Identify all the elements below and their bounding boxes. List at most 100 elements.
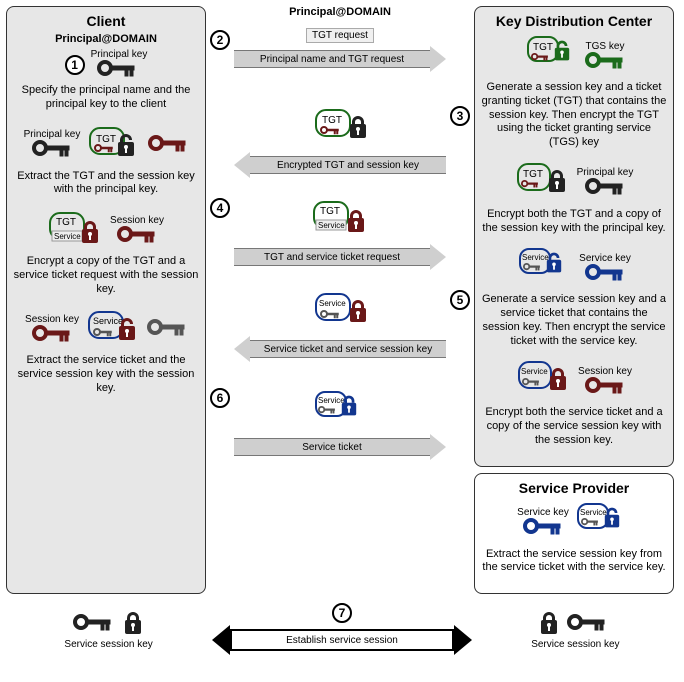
client-step5: Session key Service Extract the service … [13,306,199,395]
center-subtitle: Principal@DOMAIN [210,6,470,18]
key-icon [32,325,72,343]
arrow-step3: 3 TGT Encrypted TGT and session key [210,104,470,178]
sp-service-key-label: Service key [517,507,569,518]
session-key-label: Session key [110,215,164,226]
client-step1-desc: Specify the principal name and the princ… [13,84,199,112]
arrow-step4-label: TGT and service ticket request [234,248,430,266]
lock-icon [539,608,561,639]
sp-panel: Service Provider Service key Service Ext… [474,473,674,595]
kdc-step2: TGT TGS key Generate a session key and a… [481,33,667,150]
sp-service-open-icon: Service [575,500,631,544]
svg-text:TGT: TGT [322,115,342,126]
arrow-step5-label: Service ticket and service session key [250,340,446,358]
tgt-open-icon: TGT [523,33,579,77]
sp-desc: Extract the service session key from the… [481,548,667,576]
key-icon [32,140,72,158]
arrow-left-icon: Encrypted TGT and session key [234,152,446,178]
session-key-label-2: Session key [25,314,79,325]
client-step5-desc: Extract the service ticket and the servi… [13,354,199,395]
kdc-step2-desc: Generate a session key and a ticket gran… [481,81,667,150]
svg-text:TGT: TGT [56,217,76,228]
svg-text:TGT: TGT [533,42,553,53]
svg-text:TGT: TGT [96,134,116,145]
key-icon [585,377,625,395]
key-icon [585,264,625,282]
principal-key-label-3: Principal key [577,167,634,178]
sp-bottom-icons [476,608,675,639]
kdc-title: Key Distribution Center [481,13,667,29]
step-number-6: 6 [210,388,230,408]
step-number-5: 5 [450,290,470,310]
kdc-step5-desc: Encrypt both the service ticket and a co… [481,406,667,447]
arrow-step5: 5 Service Service ticket and service ses… [210,288,470,362]
svg-text:TGT: TGT [320,206,340,217]
arrow-step2-label: Principal name and TGT request [234,50,430,68]
key-icon [97,60,141,80]
tgt-service-lock-icon: TGT Service [48,207,104,251]
arrow-step6-label: Service ticket [234,438,430,456]
tgt-lock-icon: TGT [86,122,142,166]
key-icon [585,52,625,70]
service-open-icon: Service [517,245,573,289]
step-number-1: 1 [65,55,85,75]
kdc-step3: TGT Principal key Encrypt both the TGT a… [481,160,667,236]
key-icon [585,178,625,196]
svg-text:Service: Service [319,299,346,308]
service-ticket-icon: Service [312,290,368,334]
tgs-key-label: TGS key [585,41,625,52]
svg-text:Service: Service [93,316,123,326]
service-lock-icon: Service [85,306,141,350]
service-ticket-6-icon: Service [312,388,368,432]
key-icon [147,319,187,337]
client-step3-desc: Extract the TGT and the session key with… [13,170,199,198]
right-column: Key Distribution Center TGT TGS key [474,6,674,594]
sp-title: Service Provider [481,480,667,496]
arrow-step3-label: Encrypted TGT and session key [250,156,446,174]
key-icon [523,518,563,536]
lock-icon [123,608,145,639]
kdc-step4-desc: Generate a service session key and a ser… [481,293,667,348]
principal-key-label-2: Principal key [24,129,81,140]
service-encrypted-icon: Service [516,358,572,402]
step-number-4: 4 [210,198,230,218]
step7-row: Service session key 7 Establish service … [6,600,678,658]
kdc-panel: Key Distribution Center TGT TGS key [474,6,674,467]
client-step4-desc: Encrypt a copy of the TGT and a service … [13,255,199,296]
svg-text:Service: Service [522,253,549,262]
double-arrow-icon: Establish service session [212,625,472,655]
client-step1: 1 Principal key Specify the principal na… [13,49,199,112]
step-number-2: 2 [210,30,230,50]
encrypted-tgt-icon: TGT [312,106,368,150]
arrow-step4: 4 TGT Service TGT and service ticket req… [210,196,470,270]
diagram-grid: Client Principal@DOMAIN 1 Principal key … [6,6,678,594]
encrypted-tgt-icon: TGT [515,160,571,204]
client-step3: Principal key TGT Extract the TGT and th… [13,122,199,198]
step-number-7: 7 [332,603,352,623]
sp-bottom-keylabel: Service session key [476,639,675,650]
svg-text:Service: Service [54,232,81,241]
svg-text:Service: Service [318,221,345,230]
step-number-3: 3 [450,106,470,126]
tgt-request-box: TGT request [306,28,374,43]
kdc-step4: Service Service key Generate a service s… [481,245,667,348]
client-step4: TGT Service Session key Encrypt a copy o… [13,207,199,296]
client-subtitle: Principal@DOMAIN [13,33,199,45]
svg-text:TGT: TGT [523,169,543,180]
arrow-right-icon: TGT and service ticket request [234,244,446,270]
session-key-label-3: Session key [578,366,632,377]
svg-text:Service: Service [521,367,548,376]
kdc-step3-desc: Encrypt both the TGT and a copy of the s… [481,208,667,236]
arrow-step7-label: Establish service session [230,629,454,651]
arrow-right-icon: Principal name and TGT request [234,46,446,72]
key-icon [148,135,188,153]
client-bottom-keylabel: Service session key [9,639,208,650]
client-title: Client [13,13,199,29]
key-icon [117,226,157,244]
arrow-step6: 6 Service Service ticket [210,386,470,460]
client-panel: Client Principal@DOMAIN 1 Principal key … [6,6,206,594]
arrow-left-icon: Service ticket and service session key [234,336,446,362]
service-key-label: Service key [579,253,631,264]
arrow-step2: 2 TGT request Principal name and TGT req… [210,28,470,72]
key-icon [73,614,117,634]
kdc-step5: Service Session key Encrypt both the ser… [481,358,667,447]
